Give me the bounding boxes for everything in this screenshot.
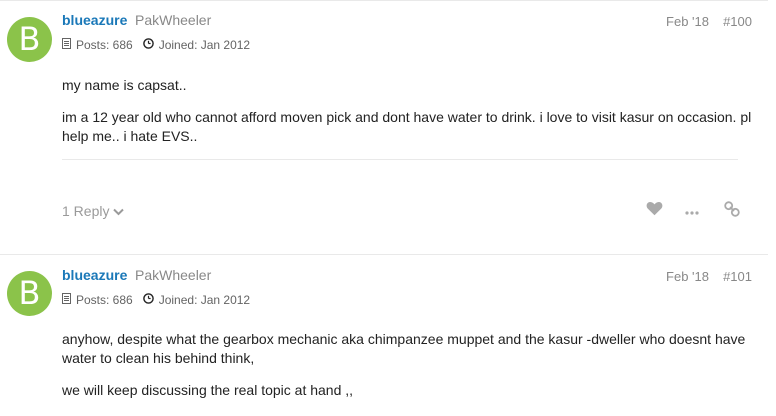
share-link-button[interactable]	[722, 200, 742, 222]
post-date[interactable]: Feb '18	[666, 14, 709, 29]
replies-toggle-button[interactable]: 1 Reply	[62, 203, 125, 219]
like-button[interactable]	[644, 201, 664, 221]
heart-icon	[646, 201, 663, 221]
posts-count-label: Posts: 686	[76, 293, 133, 307]
chevron-down-icon	[113, 203, 125, 219]
joined-date: Joined: Jan 2012	[142, 38, 251, 52]
user-meta: Posts: 686 Joined: Jan 2012	[62, 38, 260, 52]
clock-icon	[142, 293, 154, 307]
post-paragraph: we will keep discussing the real topic a…	[62, 382, 354, 398]
joined-date: Joined: Jan 2012	[142, 293, 251, 307]
avatar[interactable]: B	[7, 17, 52, 62]
post-divider	[0, 254, 768, 255]
post-content-divider	[62, 159, 738, 160]
posts-count: Posts: 686	[62, 293, 133, 307]
joined-date-label: Joined: Jan 2012	[158, 293, 251, 307]
ellipsis-icon	[685, 202, 699, 220]
user-fullname: PakWheeler	[135, 12, 212, 28]
joined-date-label: Joined: Jan 2012	[158, 38, 251, 52]
posts-count: Posts: 686	[62, 38, 133, 52]
user-meta: Posts: 686 Joined: Jan 2012	[62, 293, 260, 307]
username[interactable]: blueazure	[62, 267, 127, 283]
post-number[interactable]: #100	[723, 14, 752, 29]
top-divider	[0, 0, 768, 1]
more-actions-button[interactable]	[682, 201, 702, 221]
posts-count-label: Posts: 686	[76, 38, 133, 52]
user-fullname: PakWheeler	[135, 267, 212, 283]
avatar[interactable]: B	[7, 271, 52, 316]
username[interactable]: blueazure	[62, 12, 127, 28]
post-paragraph: my name is capsat..	[62, 77, 187, 93]
clock-icon	[142, 38, 154, 52]
post-number[interactable]: #101	[723, 269, 752, 284]
post-paragraph: anyhow, despite what the gearbox mechani…	[62, 331, 746, 366]
document-icon	[62, 38, 71, 52]
replies-count-label: 1 Reply	[62, 203, 110, 219]
document-icon	[62, 293, 71, 307]
link-icon	[724, 200, 740, 222]
post-date[interactable]: Feb '18	[666, 269, 709, 284]
post-paragraph: im a 12 year old who cannot afford moven…	[62, 109, 752, 144]
